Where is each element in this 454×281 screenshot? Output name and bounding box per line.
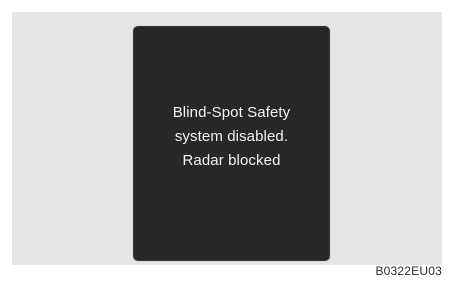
warning-message-line-1: Blind-Spot Safety [172,104,291,121]
warning-message: Blind-Spot Safety system disabled. Radar… [134,101,329,173]
figure-code-label: B0322EU03 [375,264,442,278]
warning-message-line-2: system disabled. [174,128,289,145]
warning-message-line-3: Radar blocked [182,152,281,169]
cluster-display-screen: Blind-Spot Safety system disabled. Radar… [133,26,330,261]
